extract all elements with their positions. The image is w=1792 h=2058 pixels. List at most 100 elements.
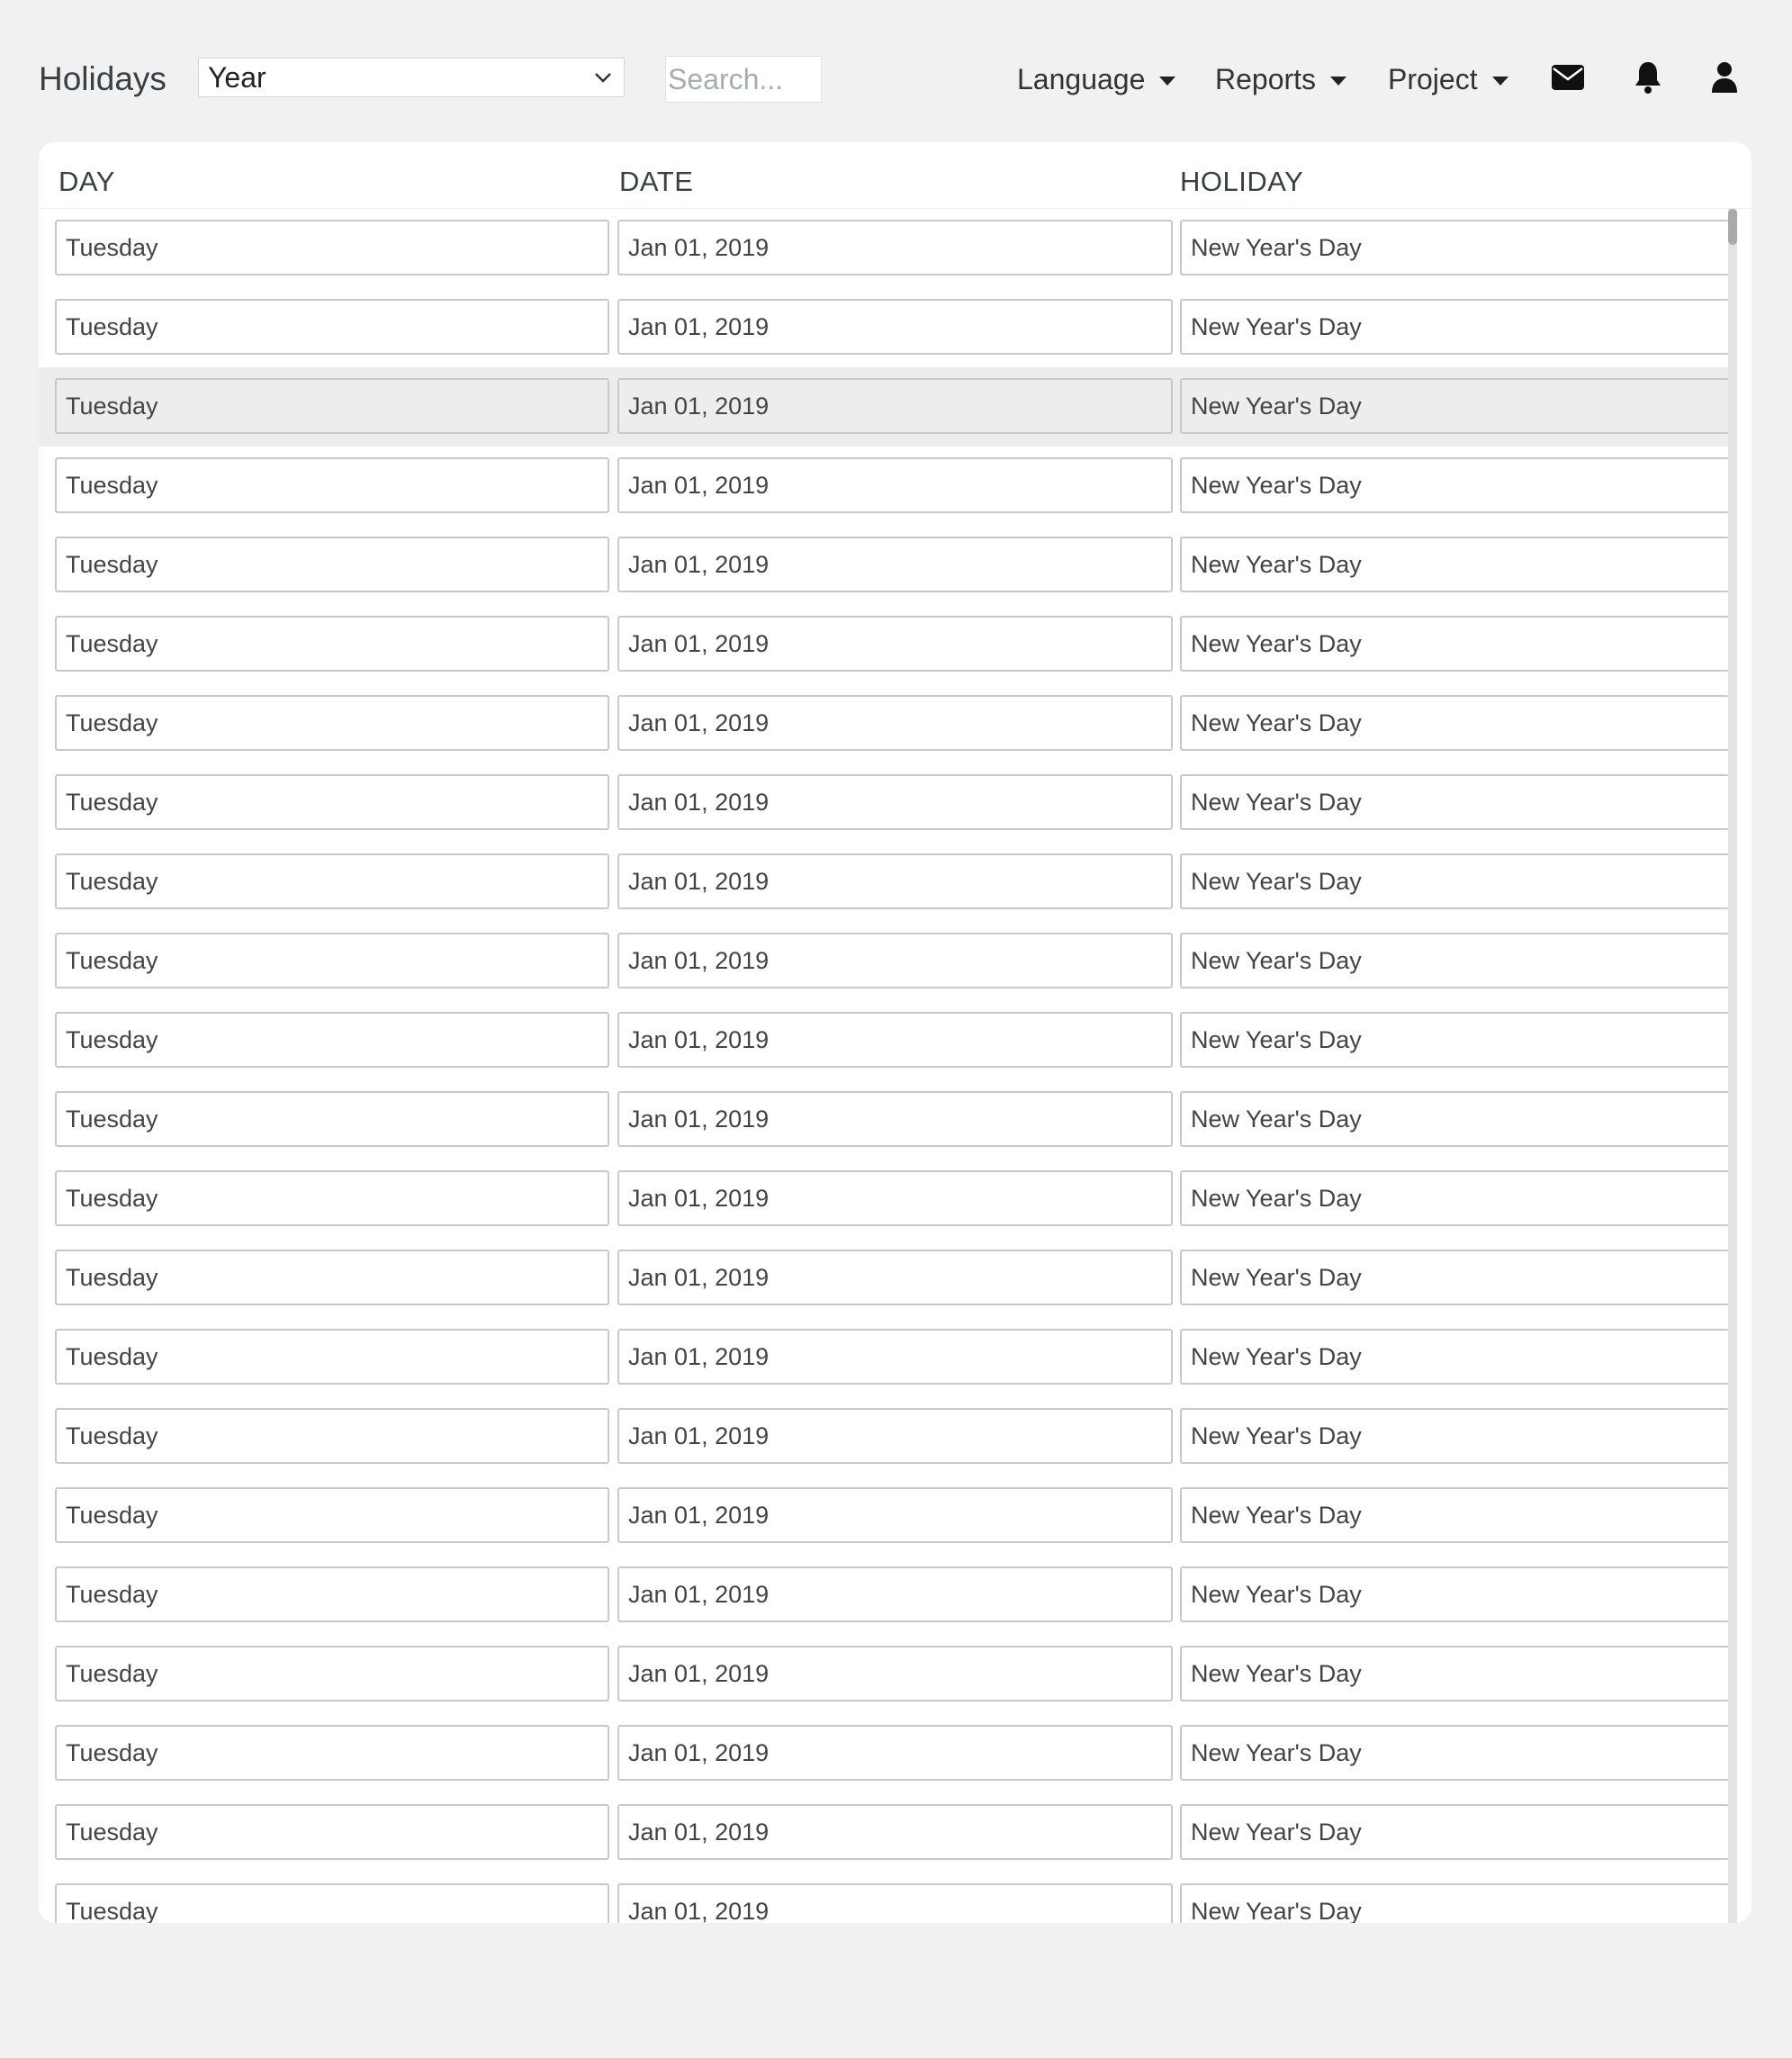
date-cell[interactable]: Jan 01, 2019 [617,1804,1173,1860]
messages-button[interactable] [1548,58,1588,97]
holiday-cell[interactable]: New Year's Day [1180,457,1729,513]
table-row[interactable]: Tuesday Jan 01, 2019 New Year's Day [39,605,1729,684]
date-cell[interactable]: Jan 01, 2019 [617,220,1173,275]
table-row[interactable]: Tuesday Jan 01, 2019 New Year's Day [39,1793,1729,1873]
date-cell[interactable]: Jan 01, 2019 [617,1566,1173,1622]
holiday-cell[interactable]: New Year's Day [1180,774,1729,830]
day-cell[interactable]: Tuesday [55,1170,609,1226]
table-row[interactable]: Tuesday Jan 01, 2019 New Year's Day [39,1318,1729,1397]
table-row[interactable]: Tuesday Jan 01, 2019 New Year's Day [39,1239,1729,1318]
table-row[interactable]: Tuesday Jan 01, 2019 New Year's Day [39,1635,1729,1714]
day-cell[interactable]: Tuesday [55,853,609,909]
date-cell[interactable]: Jan 01, 2019 [617,1012,1173,1068]
table-row[interactable]: Tuesday Jan 01, 2019 New Year's Day [39,763,1729,843]
day-cell[interactable]: Tuesday [55,1091,609,1147]
day-cell[interactable]: Tuesday [55,616,609,672]
column-header-holiday[interactable]: HOLIDAY [1180,166,1303,198]
day-cell[interactable]: Tuesday [55,220,609,275]
year-select[interactable]: Year [198,58,625,97]
language-menu[interactable]: Language [1017,56,1176,103]
day-cell[interactable]: Tuesday [55,695,609,751]
date-cell[interactable]: Jan 01, 2019 [617,1883,1173,1923]
day-cell[interactable]: Tuesday [55,299,609,355]
table-row[interactable]: Tuesday Jan 01, 2019 New Year's Day [39,367,1729,447]
table-row[interactable]: Tuesday Jan 01, 2019 New Year's Day [39,684,1729,763]
table-row[interactable]: Tuesday Jan 01, 2019 New Year's Day [39,922,1729,1001]
user-menu-button[interactable] [1705,58,1744,97]
table-row[interactable]: Tuesday Jan 01, 2019 New Year's Day [39,843,1729,922]
day-cell[interactable]: Tuesday [55,378,609,434]
date-cell[interactable]: Jan 01, 2019 [617,774,1173,830]
holiday-cell[interactable]: New Year's Day [1180,378,1729,434]
table-row[interactable]: Tuesday Jan 01, 2019 New Year's Day [39,526,1729,605]
table-row[interactable]: Tuesday Jan 01, 2019 New Year's Day [39,1476,1729,1556]
date-cell[interactable]: Jan 01, 2019 [617,1329,1173,1385]
date-cell[interactable]: Jan 01, 2019 [617,933,1173,988]
table-row[interactable]: Tuesday Jan 01, 2019 New Year's Day [39,1714,1729,1793]
holiday-cell[interactable]: New Year's Day [1180,1170,1729,1226]
holiday-cell[interactable]: New Year's Day [1180,933,1729,988]
holiday-cell[interactable]: New Year's Day [1180,616,1729,672]
table-row[interactable]: Tuesday Jan 01, 2019 New Year's Day [39,1160,1729,1239]
day-cell[interactable]: Tuesday [55,1725,609,1781]
date-cell[interactable]: Jan 01, 2019 [617,1250,1173,1305]
day-cell[interactable]: Tuesday [55,1566,609,1622]
day-cell[interactable]: Tuesday [55,1329,609,1385]
holiday-cell[interactable]: New Year's Day [1180,695,1729,751]
table-row[interactable]: Tuesday Jan 01, 2019 New Year's Day [39,288,1729,367]
date-cell[interactable]: Jan 01, 2019 [617,457,1173,513]
day-cell[interactable]: Tuesday [55,457,609,513]
date-cell[interactable]: Jan 01, 2019 [617,1725,1173,1781]
date-cell[interactable]: Jan 01, 2019 [617,695,1173,751]
day-cell[interactable]: Tuesday [55,537,609,592]
table-row[interactable]: Tuesday Jan 01, 2019 New Year's Day [39,1556,1729,1635]
holiday-cell[interactable]: New Year's Day [1180,1566,1729,1622]
holiday-cell[interactable]: New Year's Day [1180,1408,1729,1464]
holiday-cell[interactable]: New Year's Day [1180,299,1729,355]
scrollbar-thumb[interactable] [1728,209,1737,245]
day-cell[interactable]: Tuesday [55,1408,609,1464]
date-cell[interactable]: Jan 01, 2019 [617,537,1173,592]
day-cell[interactable]: Tuesday [55,1012,609,1068]
notifications-button[interactable] [1628,58,1668,97]
holiday-cell[interactable]: New Year's Day [1180,1091,1729,1147]
date-cell[interactable]: Jan 01, 2019 [617,299,1173,355]
day-cell[interactable]: Tuesday [55,774,609,830]
table-row[interactable]: Tuesday Jan 01, 2019 New Year's Day [39,1001,1729,1080]
table-row[interactable]: Tuesday Jan 01, 2019 New Year's Day [39,1397,1729,1476]
holiday-cell[interactable]: New Year's Day [1180,220,1729,275]
day-cell[interactable]: Tuesday [55,1250,609,1305]
day-cell[interactable]: Tuesday [55,1883,609,1923]
day-cell[interactable]: Tuesday [55,1646,609,1701]
holiday-cell[interactable]: New Year's Day [1180,853,1729,909]
date-cell[interactable]: Jan 01, 2019 [617,1408,1173,1464]
project-menu[interactable]: Project [1388,56,1508,103]
reports-menu[interactable]: Reports [1215,56,1347,103]
date-cell[interactable]: Jan 01, 2019 [617,853,1173,909]
holiday-cell[interactable]: New Year's Day [1180,1012,1729,1068]
holiday-cell[interactable]: New Year's Day [1180,1883,1729,1923]
holiday-cell[interactable]: New Year's Day [1180,1725,1729,1781]
holiday-cell[interactable]: New Year's Day [1180,537,1729,592]
holiday-cell[interactable]: New Year's Day [1180,1804,1729,1860]
table-row[interactable]: Tuesday Jan 01, 2019 New Year's Day [39,1080,1729,1160]
table-row[interactable]: Tuesday Jan 01, 2019 New Year's Day [39,447,1729,526]
date-cell[interactable]: Jan 01, 2019 [617,1091,1173,1147]
holiday-cell[interactable]: New Year's Day [1180,1487,1729,1543]
holiday-cell[interactable]: New Year's Day [1180,1646,1729,1701]
date-cell[interactable]: Jan 01, 2019 [617,1170,1173,1226]
date-cell[interactable]: Jan 01, 2019 [617,1487,1173,1543]
day-cell[interactable]: Tuesday [55,1487,609,1543]
day-cell[interactable]: Tuesday [55,933,609,988]
column-header-date[interactable]: DATE [619,166,693,198]
column-header-day[interactable]: DAY [59,166,115,198]
holiday-cell[interactable]: New Year's Day [1180,1250,1729,1305]
table-row[interactable]: Tuesday Jan 01, 2019 New Year's Day [39,209,1729,288]
date-cell[interactable]: Jan 01, 2019 [617,1646,1173,1701]
day-cell[interactable]: Tuesday [55,1804,609,1860]
holiday-cell[interactable]: New Year's Day [1180,1329,1729,1385]
search-input[interactable] [665,56,822,103]
table-row[interactable]: Tuesday Jan 01, 2019 New Year's Day [39,1873,1729,1923]
date-cell[interactable]: Jan 01, 2019 [617,378,1173,434]
table-scrollbar[interactable] [1728,209,1737,1923]
